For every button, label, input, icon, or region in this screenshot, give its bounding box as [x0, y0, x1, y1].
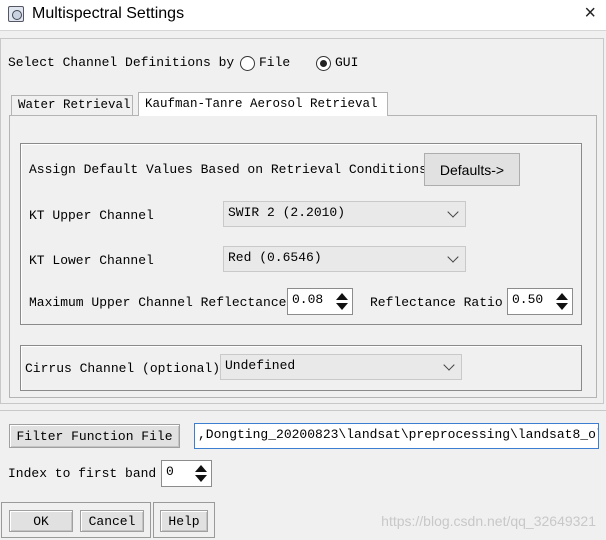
spin-up-icon[interactable]: [336, 293, 348, 300]
chevron-down-icon: [447, 206, 459, 218]
kt-lower-channel-label: KT Lower Channel: [29, 253, 154, 268]
chevron-down-icon: [447, 251, 459, 263]
spin-down-icon[interactable]: [336, 303, 348, 310]
index-first-band-value: 0: [166, 464, 174, 479]
app-icon: [8, 6, 24, 22]
kt-upper-channel-value: SWIR 2 (2.2010): [228, 205, 346, 220]
spin-up-icon[interactable]: [556, 293, 568, 300]
gui-radio-label: GUI: [335, 55, 359, 70]
help-button[interactable]: Help: [160, 510, 208, 532]
spin-down-icon[interactable]: [195, 475, 207, 482]
kt-lower-channel-value: Red (0.6546): [228, 250, 322, 265]
cancel-button[interactable]: Cancel: [80, 510, 144, 532]
reflectance-ratio-value: 0.50: [512, 292, 544, 307]
cirrus-channel-value: Undefined: [225, 358, 296, 373]
section-divider: [0, 410, 606, 411]
spin-down-icon[interactable]: [556, 303, 568, 310]
index-first-band-label: Index to first band: [8, 466, 157, 481]
kt-upper-channel-label: KT Upper Channel: [29, 208, 154, 223]
file-radio-label: File: [259, 55, 291, 70]
tab-water-retrieval[interactable]: Water Retrieval: [11, 95, 133, 116]
reflectance-ratio-label: Reflectance Ratio: [370, 295, 503, 310]
window-title: Multispectral Settings: [32, 5, 185, 22]
file-radio[interactable]: [240, 56, 255, 71]
channel-definition-label: Select Channel Definitions by: [8, 55, 235, 70]
reflectance-ratio-spinner[interactable]: 0.50: [507, 288, 573, 315]
spin-up-icon[interactable]: [195, 465, 207, 472]
title-bar: Multispectral Settings ×: [0, 0, 606, 31]
close-icon[interactable]: ×: [584, 2, 596, 25]
max-upper-reflectance-spinner[interactable]: 0.08: [287, 288, 353, 315]
index-first-band-spinner[interactable]: 0: [161, 460, 212, 487]
cirrus-channel-select[interactable]: Undefined: [220, 354, 462, 380]
kt-lower-channel-select[interactable]: Red (0.6546): [223, 246, 466, 272]
chevron-down-icon: [443, 359, 455, 371]
gui-radio[interactable]: [316, 56, 331, 71]
tab-kaufman-tanre[interactable]: Kaufman-Tanre Aerosol Retrieval: [138, 92, 388, 116]
watermark-text: https://blog.csdn.net/qq_32649321: [381, 513, 596, 529]
ok-button[interactable]: OK: [9, 510, 73, 532]
cirrus-channel-label: Cirrus Channel (optional): [25, 361, 221, 376]
max-upper-reflectance-label: Maximum Upper Channel Reflectance: [29, 295, 287, 310]
defaults-label: Assign Default Values Based on Retrieval…: [29, 162, 427, 177]
max-upper-reflectance-value: 0.08: [292, 292, 324, 307]
kt-upper-channel-select[interactable]: SWIR 2 (2.2010): [223, 201, 466, 227]
defaults-button[interactable]: Defaults->: [424, 153, 520, 186]
filter-function-file-button[interactable]: Filter Function File: [9, 424, 180, 448]
filter-function-path-field[interactable]: ,Dongting_20200823\landsat\preprocessing…: [194, 423, 599, 449]
